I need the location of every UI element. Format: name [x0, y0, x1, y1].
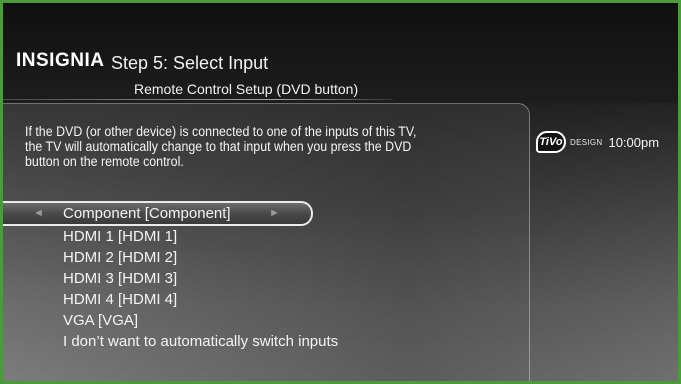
clock-time: 10:00pm [608, 134, 660, 150]
menu-item-hdmi3[interactable]: HDMI 3 [HDMI 3] [3, 268, 323, 289]
page-title: Step 5: Select Input [111, 53, 269, 73]
menu-item-hdmi2[interactable]: HDMI 2 [HDMI 2] [3, 247, 323, 268]
menu-item-no-switch[interactable]: I don’t want to automatically switch inp… [3, 331, 338, 352]
menu-item-hdmi4[interactable]: HDMI 4 [HDMI 4] [3, 289, 323, 310]
menu-item-component[interactable]: ◄ Component [Component] ► [3, 201, 313, 226]
design-label: DESIGN [570, 137, 603, 147]
menu-item-vga[interactable]: VGA [VGA] [3, 310, 323, 331]
right-arrow-icon[interactable]: ► [269, 203, 280, 224]
header-divider [3, 99, 393, 100]
description-text: If the DVD (or other device) is connecte… [25, 124, 417, 169]
left-arrow-icon[interactable]: ◄ [33, 203, 44, 224]
page-subtitle: Remote Control Setup (DVD button) [134, 81, 359, 97]
tivo-logo-icon: TiVo [536, 131, 566, 153]
menu-item-label: Component [Component] [63, 205, 231, 222]
input-menu: ◄ Component [Component] ► HDMI 1 [HDMI 1… [3, 201, 338, 352]
tv-screen: INSIGNIA Step 5: Select Input Remote Con… [3, 3, 678, 381]
menu-item-hdmi1[interactable]: HDMI 1 [HDMI 1] [3, 226, 323, 247]
status-area: TiVo DESIGN 10:00pm [536, 131, 659, 153]
tivo-logo-text: TiVo [539, 136, 563, 148]
brand-logo: INSIGNIA [16, 50, 105, 71]
